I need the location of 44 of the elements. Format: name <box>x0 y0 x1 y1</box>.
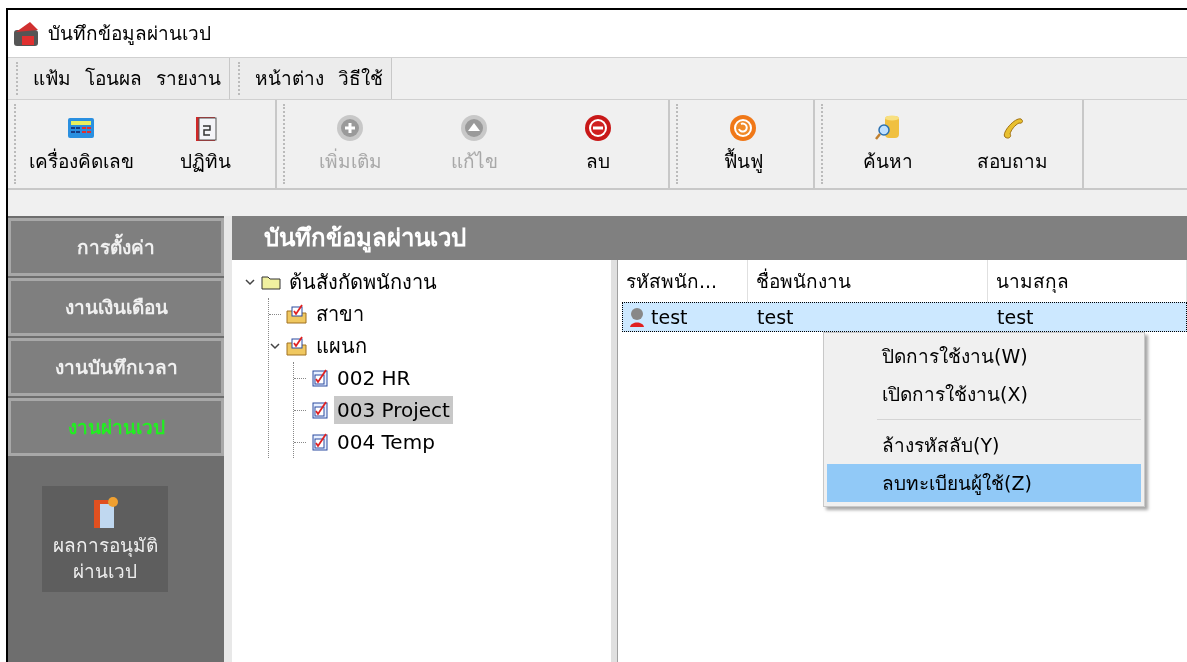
folder-icon <box>261 274 281 290</box>
tree-item[interactable]: ต้นสังกัดพนักงาน <box>286 268 440 296</box>
menu-item[interactable]: โอนผล <box>85 64 142 93</box>
minus-icon <box>583 112 613 143</box>
tree-item[interactable]: สาขา <box>313 300 367 328</box>
table-cell-text: test <box>651 304 688 330</box>
folder-check-icon <box>286 304 308 324</box>
toolbar-button[interactable]: สอบถาม <box>952 100 1072 188</box>
window-title: บันทึกข้อมูลผ่านเวป <box>48 21 211 47</box>
tree-item[interactable]: 003 Project <box>334 396 453 424</box>
menu-item[interactable]: ลบทะเบียนผู้ใช้(Z) <box>827 464 1141 502</box>
menu-item[interactable]: วิธีใช้ <box>338 64 383 93</box>
panel-title: บันทึกข้อมูลผ่านเวป <box>264 223 466 255</box>
user-icon <box>627 306 647 328</box>
chevron-down-icon[interactable] <box>269 340 281 352</box>
toolbar-button[interactable]: ลบ <box>538 100 658 188</box>
menu-item[interactable]: แฟ้ม <box>33 64 71 93</box>
sidebar-tile[interactable]: ผลการอนุมัติ ผ่านเวป <box>42 486 168 592</box>
table-row[interactable]: test test test <box>622 302 1187 332</box>
menu-item[interactable]: เปิดการใช้งาน(X) <box>827 375 1141 413</box>
sidebar-item[interactable]: การตั้งค่า <box>8 218 224 276</box>
tree-item[interactable]: แผนก <box>313 332 370 360</box>
checked-document-icon <box>311 432 329 452</box>
menu-item[interactable]: รายงาน <box>156 64 221 93</box>
refresh-icon <box>728 112 758 143</box>
checked-document-icon <box>311 368 329 388</box>
checked-document-icon <box>311 400 329 420</box>
toolbar-button[interactable]: ปฏิทิน <box>145 100 265 188</box>
sidebar-item[interactable]: งานบันทึกเวลา <box>8 338 224 396</box>
tree-item[interactable]: 002 HR <box>334 364 414 392</box>
toolbar-button[interactable]: เครื่องคิดเลข <box>21 100 141 188</box>
sidebar-item[interactable]: งานเงินเดือน <box>8 278 224 336</box>
menu-item[interactable]: หน้าต่าง <box>255 64 324 93</box>
toolbar-button[interactable]: ค้นหา <box>828 100 948 188</box>
books-icon <box>91 494 119 530</box>
menu-item[interactable]: ปิดการใช้งาน(W) <box>827 337 1141 375</box>
chevron-down-icon[interactable] <box>244 276 256 288</box>
tree-item[interactable]: 004 Temp <box>334 428 438 456</box>
folder-check-icon <box>286 336 308 356</box>
plus-icon <box>335 112 365 143</box>
menu-item[interactable]: ล้างรหัสลับ(Y) <box>827 426 1141 464</box>
toolbar-button[interactable]: ฟื้นฟู <box>683 100 803 188</box>
table-cell-text: test <box>757 304 794 330</box>
table-cell-text: test <box>997 304 1034 330</box>
